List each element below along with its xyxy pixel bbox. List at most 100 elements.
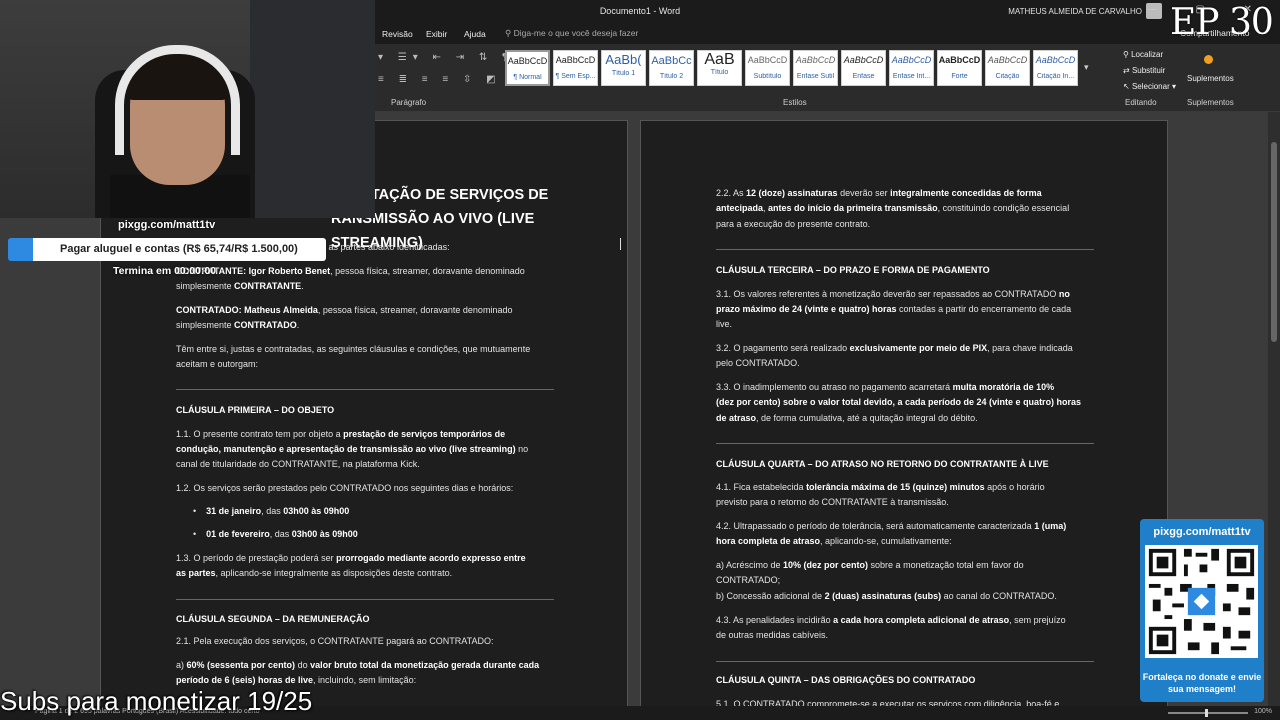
clause4-a-line1: a) Acréscimo de 10% (dez por cento) sobr… xyxy=(716,558,1024,574)
goal-ends-in: Termina em 00:00:00 xyxy=(113,265,217,277)
style-sample: AaBbCcD xyxy=(795,55,836,65)
tab-ajuda[interactable]: Ajuda xyxy=(464,29,486,39)
bold-text: 03h00 às 09h00 xyxy=(291,529,358,539)
clause4-title: CLÁUSULA QUARTA – DO ATRASO NO RETORNO D… xyxy=(716,459,1049,469)
replace-icon: ⇄ xyxy=(1123,66,1132,75)
contratante-line2-bold: CONTRATANTE xyxy=(234,281,302,291)
bold-text: 12 (doze) assinaturas xyxy=(746,188,838,198)
zoom-level[interactable]: 100% xyxy=(1254,708,1272,715)
style-heading2[interactable]: AaBbCc Título 2 xyxy=(649,50,694,86)
styles-group-label: Estilos xyxy=(783,98,807,107)
bullet-2: • 01 de fevereiro, das 03h00 às 09h00 xyxy=(193,527,358,543)
bold-text: tolerância máxima de 15 (quinze) minutos xyxy=(806,482,985,492)
clause1-1-line3: canal de titularidade do CONTRATANTE, na… xyxy=(176,459,420,469)
tell-me-search[interactable]: ⚲ Diga-me o que você deseja fazer xyxy=(505,28,638,39)
replace-label: Substituir xyxy=(1131,66,1166,75)
style-emphasis[interactable]: AaBbCcD Ênfase xyxy=(841,50,886,86)
bold-text: 03h00 às 09h00 xyxy=(283,506,350,516)
text: no xyxy=(515,444,529,454)
vertical-scrollbar[interactable] xyxy=(1268,112,1280,706)
text: contadas a partir do encerramento de cad… xyxy=(896,304,1072,314)
style-name: Título 1 xyxy=(611,70,636,77)
qr-code-icon xyxy=(1145,545,1258,658)
clause3-3-line3: de atraso, de forma cumulativa, até a qu… xyxy=(716,411,978,427)
styles-more-icon[interactable]: ▾ xyxy=(1084,62,1089,73)
divider xyxy=(716,249,1094,250)
style-quote[interactable]: AaBbCcD Citação xyxy=(985,50,1030,86)
page-right[interactable]: 2.2. As 12 (doze) assinaturas deverão se… xyxy=(640,120,1168,720)
bullet-icon: • xyxy=(193,506,207,516)
zoom-slider[interactable] xyxy=(1168,712,1248,714)
contratado-line2-bold: CONTRATADO xyxy=(234,320,297,330)
style-title[interactable]: AaB Título xyxy=(697,50,742,86)
bold-text: 10% (dez por cento) xyxy=(783,560,869,570)
tab-revisao[interactable]: Revisão xyxy=(382,29,413,39)
clause4-3-line1: 4.3. As penalidades incidirão a cada hor… xyxy=(716,613,1066,629)
style-subtle-emphasis[interactable]: AaBbCcD Ênfase Sutil xyxy=(793,50,838,86)
style-intense-emphasis[interactable]: AaBbCcD Ênfase Int... xyxy=(889,50,934,86)
style-name: Citação xyxy=(995,73,1020,80)
text: 2.2. As xyxy=(716,188,747,198)
bold-text: condução, manutenção e apresentação de t… xyxy=(176,444,516,454)
contratante-text: , pessoa física, streamer, doravante den… xyxy=(330,266,525,276)
addins-button[interactable]: Suplementos xyxy=(1187,74,1234,83)
clause1-title: CLÁUSULA PRIMEIRA – DO OBJETO xyxy=(176,405,335,415)
bold-text: 1 (uma) xyxy=(1034,521,1067,531)
clause2-title: CLÁUSULA SEGUNDA – DA REMUNERAÇÃO xyxy=(176,614,370,624)
replace-button[interactable]: ⇄ Substituir xyxy=(1123,66,1165,75)
style-sample: AaBbCcD xyxy=(1035,55,1076,65)
chevron-down-icon: ▾ xyxy=(1169,82,1176,91)
donate-qr-panel: pixgg.com/matt1tv Fortaleça no donate e … xyxy=(1140,519,1264,702)
clause1-2: 1.2. Os serviços serão prestados pelo CO… xyxy=(176,483,514,493)
headset-icon xyxy=(115,45,240,155)
style-no-spacing[interactable]: AaBbCcD ¶ Sem Esp... xyxy=(553,50,598,86)
bold-text: as partes xyxy=(176,568,216,578)
style-heading1[interactable]: AaBb(Título 1 xyxy=(601,50,646,86)
style-name: Citação In... xyxy=(1036,73,1075,80)
text: 4.2. Ultrapassado o período de tolerânci… xyxy=(716,521,1035,531)
style-name: ¶ Normal xyxy=(513,74,542,81)
subs-goal-text: Subs para monetizar 19/25 xyxy=(0,686,313,716)
style-intense-quote[interactable]: AaBbCcD Citação In... xyxy=(1033,50,1078,86)
clause1-3-line1: 1.3. O período de prestação poderá ser p… xyxy=(176,551,526,567)
style-name: Forte xyxy=(951,73,968,80)
style-normal[interactable]: AaBbCcD ¶ Normal xyxy=(505,50,550,86)
clause3-3-line2: (dez por cento) sobre o valor total devi… xyxy=(716,395,1081,411)
intro-text: ular, as partes abaixo identificadas: xyxy=(309,242,450,252)
tab-exibir[interactable]: Exibir xyxy=(426,29,447,39)
find-button[interactable]: ⚲ Localizar xyxy=(1123,50,1163,59)
style-sample: AaBbCcD xyxy=(747,55,788,65)
clause2-1: 2.1. Pela execução dos serviços, o CONTR… xyxy=(176,636,494,646)
clause3-title: CLÁUSULA TERCEIRA – DO PRAZO E FORMA DE … xyxy=(716,265,990,275)
paragraph-align-icons[interactable]: ≡ ≣ ≡ ≡ ⇳ ◩ ▦ xyxy=(378,74,526,85)
clause2-2-line3: para a execução do presente contrato. xyxy=(716,219,871,229)
bullet-icon: • xyxy=(193,529,207,539)
bold-text: a cada hora completa adicional de atraso xyxy=(833,615,1010,625)
zoom-slider-knob[interactable] xyxy=(1205,709,1208,717)
bold-text: prazo máximo de 24 (vinte e quatro) hora… xyxy=(716,304,897,314)
select-button[interactable]: ↖ Selecionar ▾ xyxy=(1123,82,1176,91)
bullet-1: • 31 de janeiro, das 03h00 às 09h00 xyxy=(193,504,349,520)
user-name[interactable]: MATHEUS ALMEIDA DE CARVALHO xyxy=(1008,7,1142,16)
episode-label: EP 30 xyxy=(1170,2,1274,43)
paragraph-list-icons[interactable]: ▾ ☰▾ ⇤ ⇥ ⇅ ¶ xyxy=(378,52,513,63)
clause3-1-line2: prazo máximo de 24 (vinte e quatro) hora… xyxy=(716,302,1071,318)
text: 3.2. O pagamento será realizado xyxy=(716,343,850,353)
divider xyxy=(716,443,1094,444)
style-subtitle[interactable]: AaBbCcD Subtítulo xyxy=(745,50,790,86)
bold-text: multa moratória de 10% xyxy=(952,382,1055,392)
divider xyxy=(176,599,554,600)
text: , para chave indicada xyxy=(987,343,1073,353)
scrollbar-thumb[interactable] xyxy=(1271,142,1277,342)
style-sample: AaBbCcD xyxy=(555,55,596,65)
bold-text: no xyxy=(1058,289,1070,299)
text: do xyxy=(295,660,311,670)
style-strong[interactable]: AaBbCcD Forte xyxy=(937,50,982,86)
bold-text: antes do início da primeira transmissão xyxy=(768,203,938,213)
text: 3.1. Os valores referentes à monetização… xyxy=(716,289,1059,299)
style-sample: AaBbCcD xyxy=(843,55,884,65)
bold-text: 60% (sessenta por cento) xyxy=(186,660,296,670)
style-sample: AaBbCcD xyxy=(987,55,1028,65)
divider xyxy=(716,661,1094,662)
donation-goal-bar: Pagar aluguel e contas (R$ 65,74/R$ 1.50… xyxy=(8,238,326,261)
